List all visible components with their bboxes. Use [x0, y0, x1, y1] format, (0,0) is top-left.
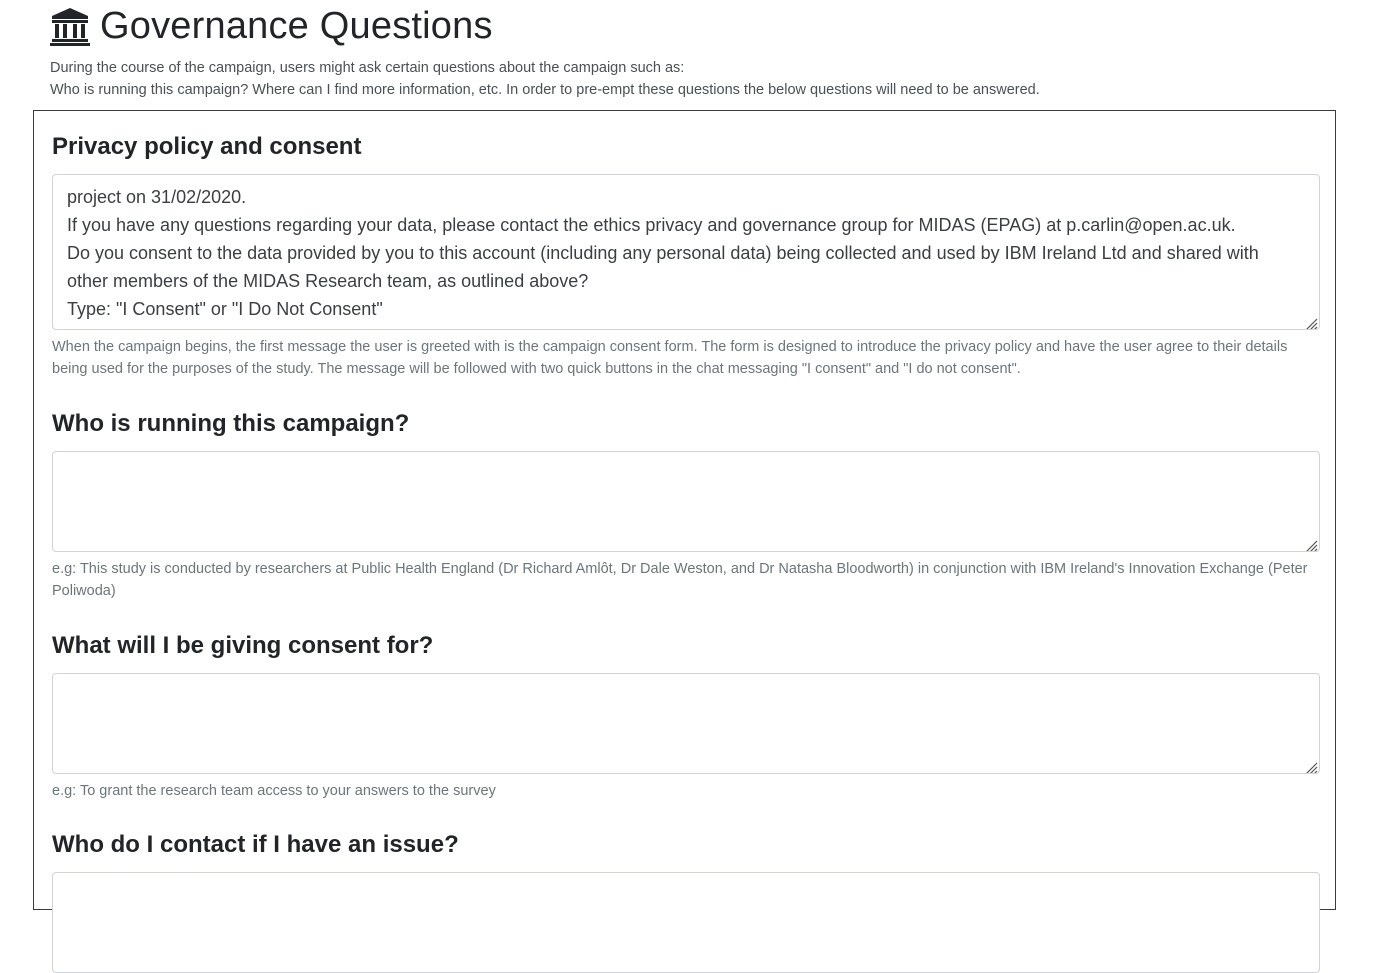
textarea-line: If you have any questions regarding your…: [67, 215, 1236, 235]
section-contact-issue: Who do I contact if I have an issue?: [52, 829, 1320, 973]
help-text: e.g: This study is conducted by research…: [52, 561, 1308, 599]
help-text: e.g: To grant the research team access t…: [52, 783, 496, 799]
governance-form-card: Privacy policy and consent project on 31…: [33, 110, 1336, 973]
page-title: Governance Questions: [100, 4, 493, 47]
intro-text: During the course of the campaign, users…: [50, 57, 1350, 101]
textarea-line: Type: "I Consent" or "I Do Not Consent": [67, 299, 383, 319]
section-consent-for: What will I be giving consent for? e.g: …: [52, 630, 1320, 802]
page-header: Governance Questions During the course o…: [50, 0, 1350, 101]
textarea-line: project on 31/02/2020.: [67, 187, 247, 207]
privacy-policy-textarea[interactable]: project on 31/02/2020. If you have any q…: [52, 174, 1320, 330]
who-running-textarea[interactable]: [52, 451, 1320, 552]
section-privacy-policy: Privacy policy and consent project on 31…: [52, 131, 1320, 380]
resize-grip-icon[interactable]: [1302, 312, 1318, 329]
resize-grip-icon[interactable]: [1302, 756, 1318, 773]
help-text: When the campaign begins, the first mess…: [52, 339, 1288, 377]
contact-issue-textarea[interactable]: [52, 872, 1320, 973]
title-row: Governance Questions: [50, 0, 1350, 52]
intro-line-1: During the course of the campaign, users…: [50, 60, 685, 76]
section-title: Privacy policy and consent: [52, 133, 362, 160]
consent-for-textarea[interactable]: [52, 673, 1320, 774]
bank-icon: [50, 6, 90, 46]
section-title: Who is running this campaign?: [52, 410, 410, 437]
section-title: Who do I contact if I have an issue?: [52, 831, 459, 858]
textarea-line: other members of the MIDAS Research team…: [67, 271, 589, 291]
intro-line-2: Who is running this campaign? Where can …: [50, 82, 1040, 98]
textarea-line: Do you consent to the data provided by y…: [67, 243, 1259, 263]
resize-grip-icon[interactable]: [1302, 534, 1318, 551]
section-who-running: Who is running this campaign? e.g: This …: [52, 408, 1320, 602]
section-title: What will I be giving consent for?: [52, 632, 434, 659]
